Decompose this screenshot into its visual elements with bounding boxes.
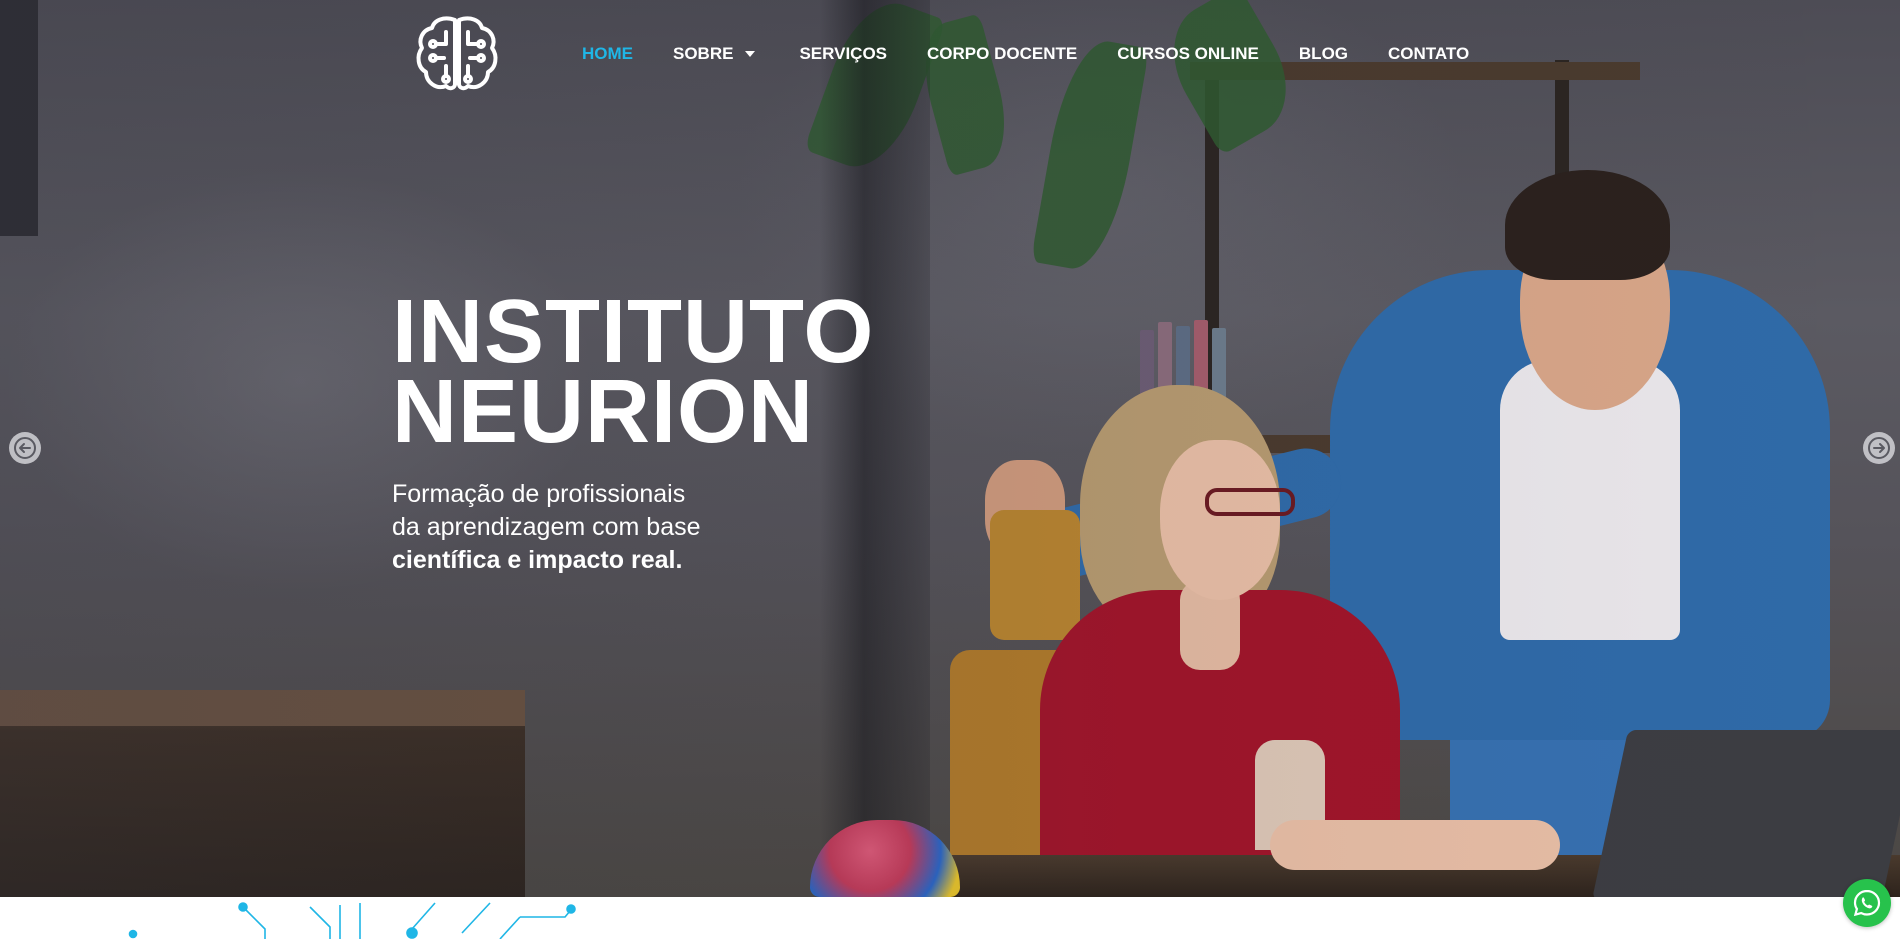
hero-subtitle-line1: Formação de profissionais (392, 480, 686, 508)
nav-corpo-docente-label: CORPO DOCENTE (927, 44, 1078, 63)
slider-prev-button[interactable] (9, 432, 41, 464)
nav-servicos[interactable]: SERVIÇOS (799, 44, 887, 64)
nav-corpo-docente[interactable]: CORPO DOCENTE (927, 44, 1077, 64)
nav-sobre[interactable]: SOBRE (673, 44, 756, 64)
arrow-left-icon (14, 437, 36, 459)
hero-subtitle: Formação de profissionais da aprendizage… (392, 478, 701, 577)
arrow-right-icon (1868, 437, 1890, 459)
nav-blog-label: BLOG (1298, 44, 1349, 63)
nav-home[interactable]: HOME (582, 44, 633, 64)
nav-cursos-online-label: CURSOS ONLINE (1117, 44, 1259, 63)
brain-circuit-icon (416, 16, 498, 91)
circuit-lines-decoration (128, 902, 576, 939)
hero-subtitle-line3: científica e impacto real. (392, 546, 683, 574)
nav-contato[interactable]: CONTATO (1388, 44, 1469, 64)
nav-cursos-online[interactable]: CURSOS ONLINE (1117, 44, 1259, 64)
nav-servicos-label: SERVIÇOS (799, 44, 888, 63)
logo[interactable] (414, 14, 500, 94)
hero-title-line2: NEURION (392, 362, 815, 462)
main-nav: HOME SOBRE SERVIÇOS CORPO DOCENTE CURSOS… (560, 40, 1469, 68)
whatsapp-button[interactable] (1843, 879, 1891, 927)
slider-next-button[interactable] (1863, 432, 1895, 464)
hero-title: INSTITUTO NEURION (392, 282, 875, 462)
nav-contato-label: CONTATO (1388, 44, 1470, 63)
hero-title-line1: INSTITUTO (392, 282, 875, 382)
hero-overlay (0, 0, 1900, 897)
hero-subtitle-line2: da aprendizagem com base (392, 513, 701, 541)
section-divider (0, 897, 1900, 939)
nav-sobre-label: SOBRE (673, 44, 734, 63)
chevron-down-icon (745, 51, 756, 57)
nav-home-label: HOME (582, 44, 633, 63)
whatsapp-icon (1853, 889, 1881, 917)
nav-blog[interactable]: BLOG (1299, 44, 1348, 64)
hero-banner (0, 0, 1900, 897)
